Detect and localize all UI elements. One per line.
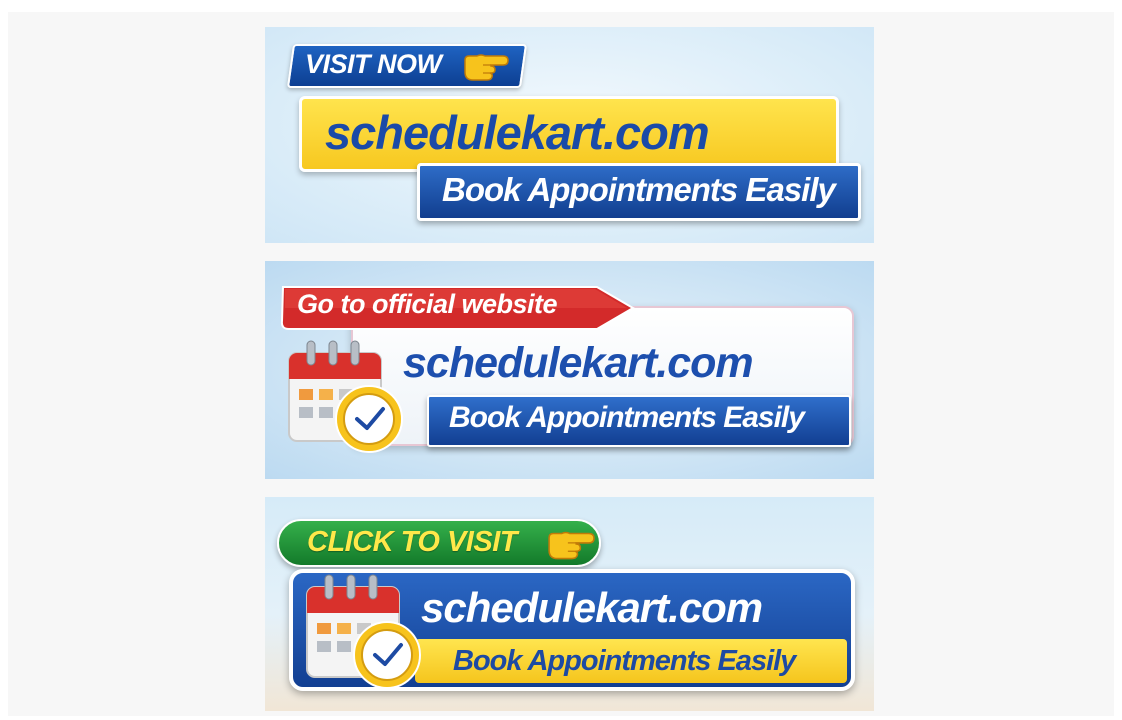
domain-text: schedulekart.com (421, 584, 763, 631)
tagline-text: Book Appointments Easily (442, 171, 836, 208)
tagline-text: Book Appointments Easily (449, 401, 805, 434)
banner-click-to-visit[interactable]: CLICK TO VISIT schedulekart.com Book App… (265, 497, 874, 711)
banner-visit-now[interactable]: VISIT NOW schedulekart.com Book Appointm… (265, 27, 874, 243)
official-website-label: Go to official website (297, 289, 558, 319)
domain-text: schedulekart.com (403, 339, 754, 387)
visit-now-label: VISIT NOW (305, 49, 442, 79)
pointing-hand-icon (464, 54, 509, 81)
tagline-text: Book Appointments Easily (453, 645, 796, 677)
pointing-hand-icon (548, 531, 595, 560)
click-to-visit-label: CLICK TO VISIT (307, 526, 517, 558)
domain-text: schedulekart.com (325, 106, 710, 159)
calendar-clock-icon (288, 340, 403, 453)
calendar-clock-icon (306, 574, 421, 689)
banner-official-website[interactable]: Go to official website schedulekart.com … (265, 261, 874, 479)
